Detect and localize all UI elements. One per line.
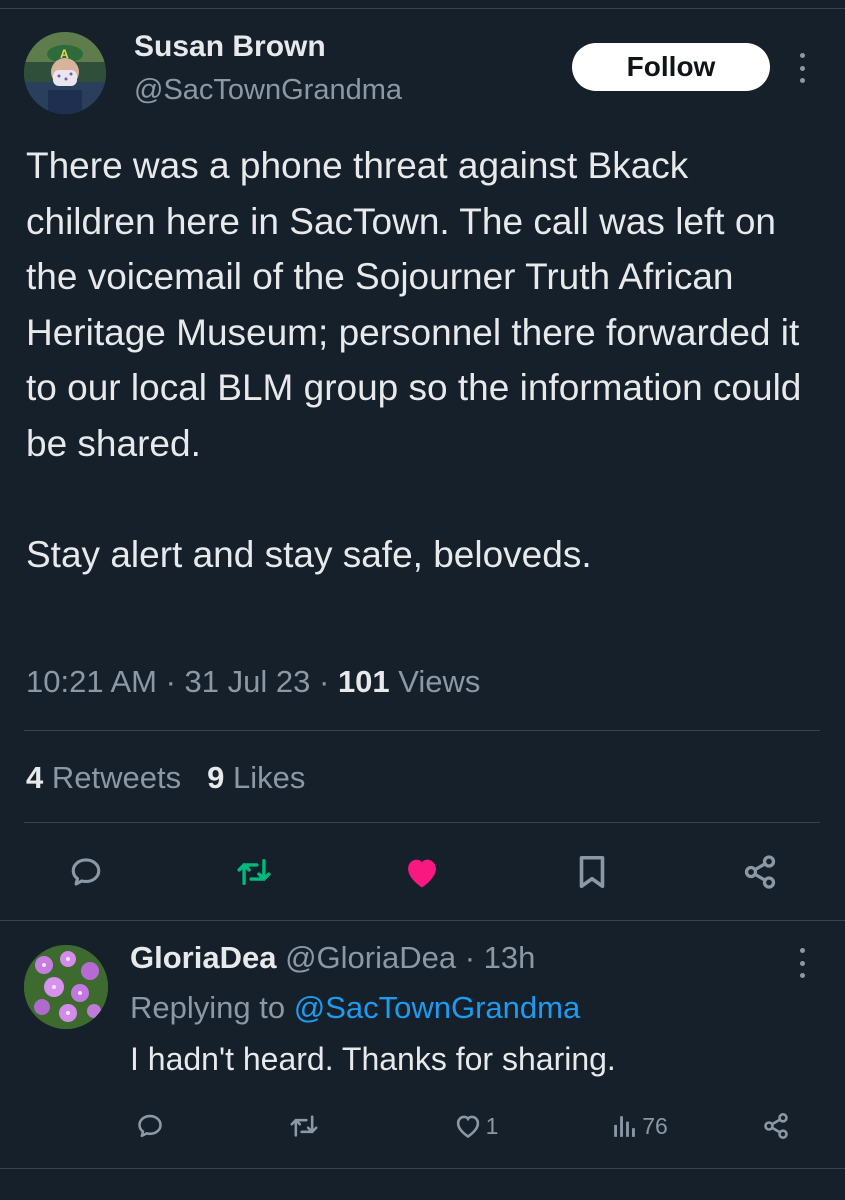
section-divider [0, 1168, 845, 1169]
section-divider [0, 920, 845, 921]
reply-author-name[interactable]: GloriaDea [130, 940, 276, 975]
reply-views-count: 76 [642, 1112, 668, 1139]
likes-count: 9 [207, 760, 225, 795]
divider [24, 822, 820, 823]
reply-header: GloriaDea @GloriaDea · 13h [130, 940, 536, 975]
follow-button[interactable]: Follow [572, 43, 770, 91]
tweet-meta: 10:21 AM · 31 Jul 23 · 101 Views [26, 664, 481, 699]
replying-to-label: Replying to [130, 990, 286, 1025]
tweet-text: There was a phone threat against Bkack c… [26, 145, 802, 575]
heart-icon[interactable] [398, 848, 446, 896]
reply-avatar[interactable] [24, 945, 108, 1029]
reply-likes-count: 1 [485, 1112, 499, 1139]
retweet-icon[interactable] [230, 848, 278, 896]
retweets-label: Retweets [51, 760, 182, 795]
reply-age[interactable]: 13h [484, 940, 536, 975]
replying-to-link[interactable]: @SacTownGrandma [294, 990, 580, 1025]
reply-more-options-icon[interactable] [792, 948, 812, 978]
likes-label: Likes [232, 760, 306, 795]
reply-reply-icon[interactable] [132, 1108, 168, 1144]
tweet-time[interactable]: 10:21 AM [26, 664, 157, 699]
views-label: Views [398, 664, 481, 699]
reply-retweet-icon[interactable] [284, 1108, 324, 1144]
reply-heart-icon [456, 1115, 479, 1139]
likes-stat[interactable]: 9 Likes [207, 760, 305, 795]
tweet-date[interactable]: 31 Jul 23 [185, 664, 311, 699]
share-icon[interactable] [736, 848, 784, 896]
reply-share-icon[interactable] [758, 1108, 794, 1144]
retweets-stat[interactable]: 4 Retweets [26, 760, 181, 795]
top-divider [0, 8, 845, 9]
reply-author-handle[interactable]: @GloriaDea [285, 940, 456, 975]
more-options-icon[interactable] [792, 53, 812, 83]
author-name[interactable]: Susan Brown [134, 30, 326, 64]
engagement-stats: 4 Retweets 9 Likes [26, 760, 305, 796]
author-handle[interactable]: @SacTownGrandma [134, 74, 402, 107]
avatar[interactable]: A [24, 32, 106, 114]
replying-to: Replying to @SacTownGrandma [130, 990, 580, 1026]
reply-text: I hadn't heard. Thanks for sharing. [130, 1041, 616, 1077]
views-count: 101 [337, 664, 390, 699]
reply-like-button[interactable]: 1 [446, 1108, 506, 1144]
reply-icon[interactable] [62, 848, 110, 896]
reply-views-button[interactable]: 76 [604, 1108, 676, 1144]
bookmark-icon[interactable] [568, 848, 616, 896]
divider [24, 730, 820, 731]
analytics-icon [614, 1116, 636, 1137]
retweets-count: 4 [26, 760, 44, 795]
